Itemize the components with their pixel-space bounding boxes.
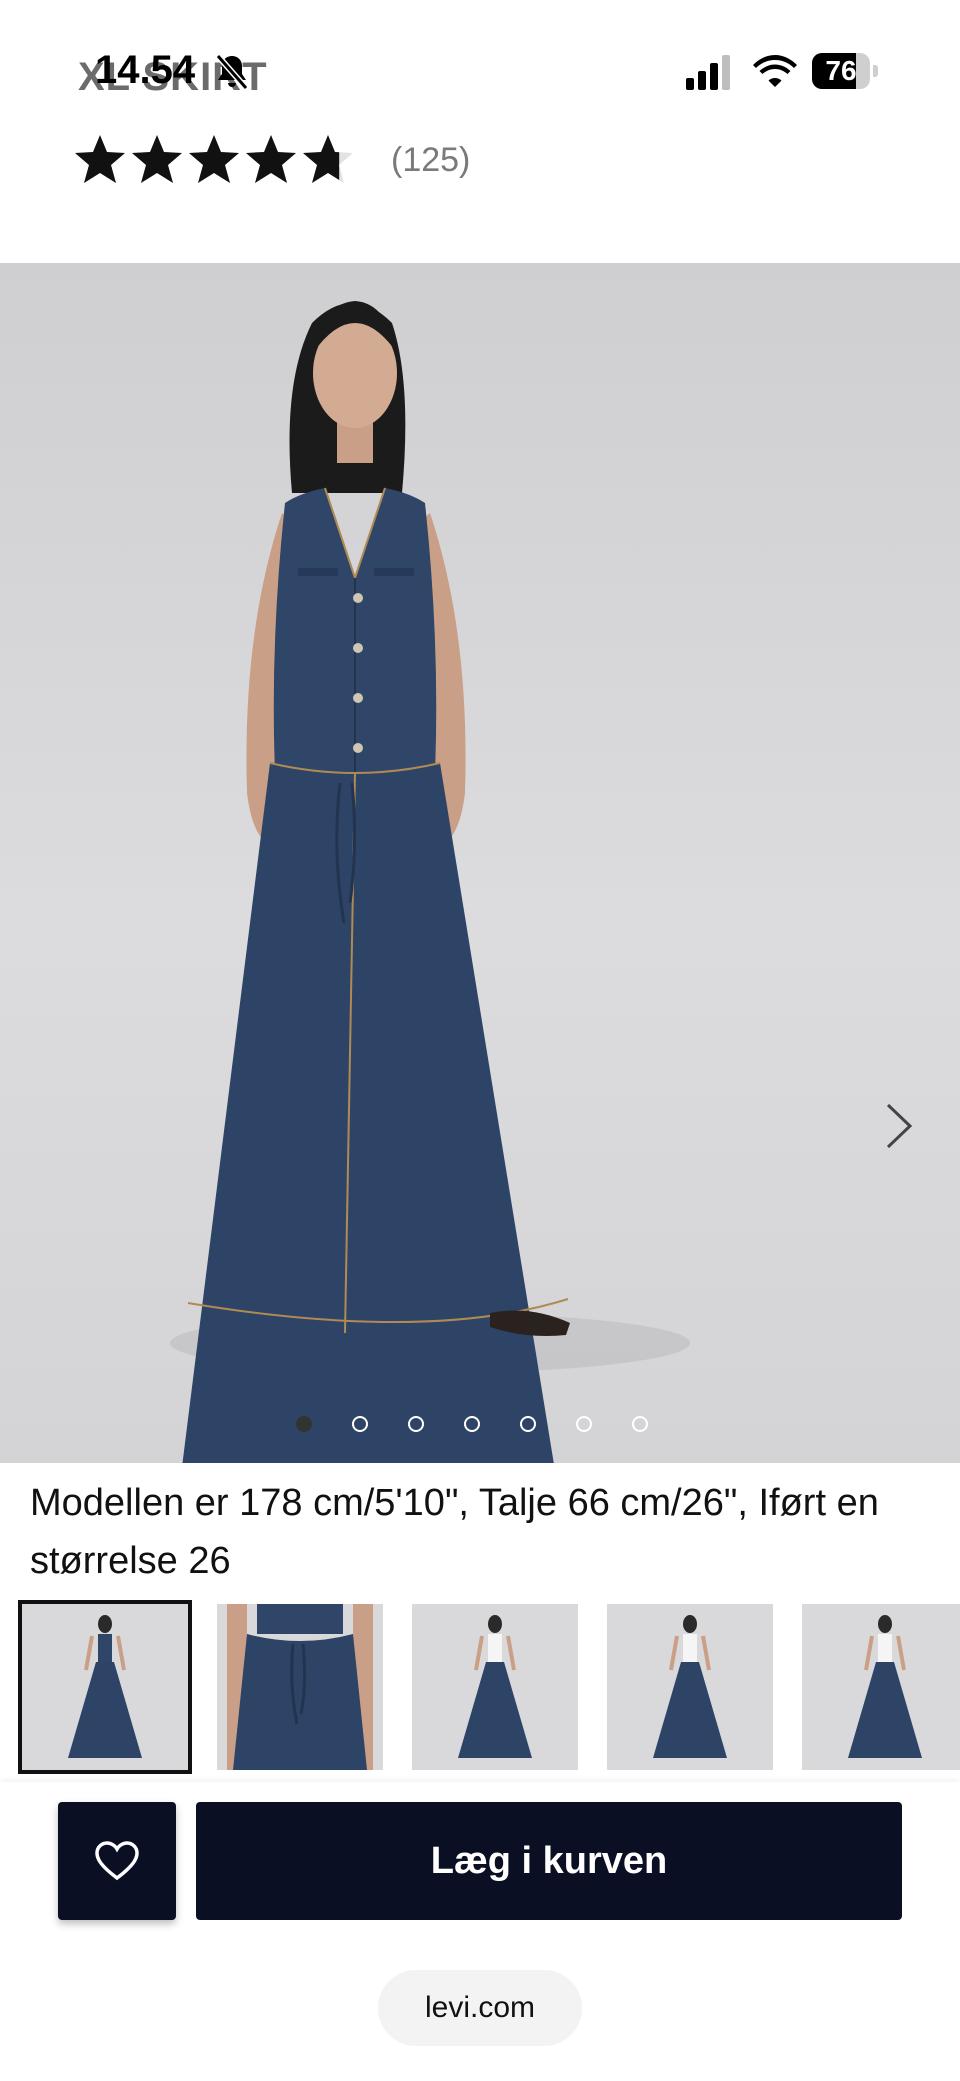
product-thumbnail[interactable] [802, 1604, 960, 1770]
pagination-dot[interactable] [352, 1416, 368, 1432]
rating-stars [72, 132, 357, 188]
product-thumbnail[interactable] [607, 1604, 773, 1770]
product-thumbnail[interactable] [412, 1604, 578, 1770]
battery-icon: 76 [812, 53, 878, 89]
star-icon [75, 135, 125, 183]
pagination-dot[interactable] [632, 1416, 648, 1432]
star-icon [303, 135, 353, 183]
star-icon [189, 135, 239, 183]
pagination-dot[interactable] [296, 1416, 312, 1432]
pagination-dot[interactable] [408, 1416, 424, 1432]
bell-muted-icon [215, 54, 249, 90]
favorite-button[interactable] [58, 1802, 176, 1920]
gallery-pagination [296, 1416, 688, 1436]
browser-url-pill[interactable]: levi.com [378, 1970, 582, 2046]
product-rating[interactable]: (125) [72, 128, 470, 192]
pagination-dot[interactable] [576, 1416, 592, 1432]
model-info-caption: Modellen er 178 cm/5'10", Talje 66 cm/26… [30, 1482, 879, 1582]
star-icon [246, 135, 296, 183]
bottom-action-bar: Læg i kurven levi.com [0, 1782, 960, 2081]
pagination-dot[interactable] [520, 1416, 536, 1432]
product-photo [170, 301, 690, 1463]
heart-icon [95, 1841, 139, 1881]
product-image-main[interactable] [0, 263, 960, 1463]
signal-icon [686, 55, 730, 90]
status-bar: XL SKIRT 14.54 76 [0, 0, 960, 140]
product-thumbnail[interactable] [18, 1600, 192, 1774]
battery-level: 76 [825, 55, 857, 86]
wifi-icon [753, 55, 797, 87]
star-icon [132, 135, 182, 183]
pagination-dot[interactable] [464, 1416, 480, 1432]
thumbnail-strip [18, 1600, 960, 1778]
review-count: (125) [391, 140, 471, 179]
product-thumbnail[interactable] [217, 1604, 383, 1770]
add-to-cart-label: Læg i kurven [430, 1839, 668, 1882]
status-time: 14.54 [95, 48, 196, 92]
chevron-right-icon[interactable] [880, 1101, 920, 1151]
add-to-cart-button[interactable]: Læg i kurven [196, 1802, 902, 1920]
